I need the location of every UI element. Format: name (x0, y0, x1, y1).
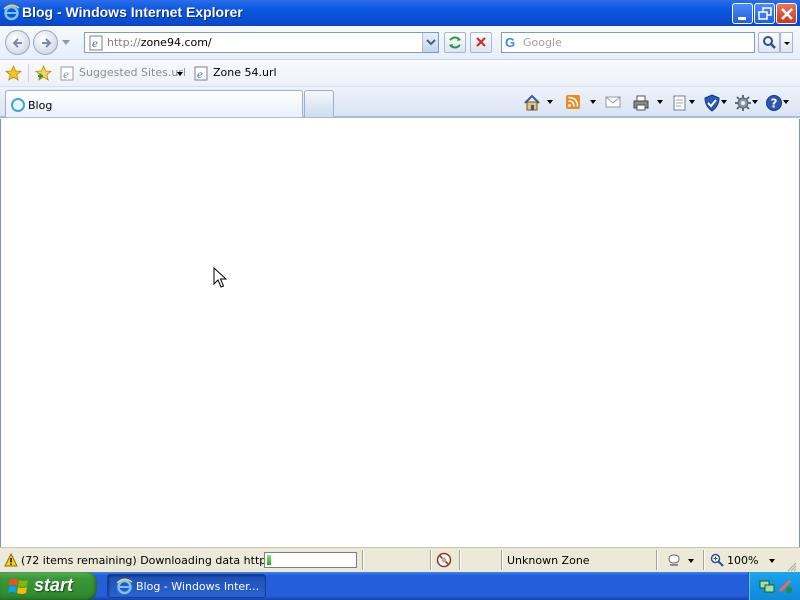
taskbar: start Blog - Windows Inter... (0, 572, 800, 600)
minimize-button[interactable] (732, 3, 753, 24)
status-message: (72 items remaining) Downloading data ht… (21, 554, 297, 567)
search-button[interactable] (758, 32, 780, 53)
page-icon: e (88, 35, 104, 54)
ie-taskbar-icon (116, 578, 133, 598)
back-button[interactable] (5, 30, 30, 55)
progress-fill (267, 555, 271, 565)
new-tab-button[interactable] (304, 90, 334, 117)
start-button[interactable]: start (0, 572, 97, 600)
safely-remove-tray-icon[interactable] (777, 578, 793, 597)
restore-button[interactable] (754, 3, 775, 24)
status-divider (703, 550, 704, 570)
home-icon[interactable] (523, 94, 541, 112)
stop-button[interactable] (470, 32, 492, 53)
read-mail-icon[interactable] (604, 94, 622, 112)
status-divider (430, 550, 431, 570)
page-menu-icon[interactable] (671, 94, 689, 112)
safety-dropdown-icon[interactable] (721, 100, 727, 104)
rss-feed-icon[interactable] (565, 94, 581, 112)
privacy-report-icon[interactable] (436, 552, 452, 571)
svg-text:e: e (197, 70, 203, 81)
protected-mode-dropdown-icon[interactable] (688, 559, 694, 563)
loading-icon (10, 97, 26, 116)
search-placeholder: Google (523, 36, 562, 49)
suggested-sites-dropdown-icon[interactable] (177, 72, 183, 76)
favorites-star-icon[interactable] (4, 64, 23, 85)
page-content[interactable] (0, 119, 800, 547)
search-input[interactable]: G Google (501, 32, 755, 53)
zoom-dropdown-icon[interactable] (769, 559, 775, 563)
download-progress-bar (264, 552, 357, 568)
help-dropdown-icon[interactable] (783, 100, 789, 104)
status-divider (362, 550, 363, 570)
safety-icon[interactable] (703, 94, 721, 112)
zoom-level[interactable]: 100% (727, 554, 758, 567)
search-options-dropdown[interactable] (780, 32, 793, 53)
windows-flag-icon (8, 577, 30, 599)
address-dropdown-button[interactable] (422, 33, 438, 52)
system-tray (748, 572, 800, 600)
favorites-bar: e Suggested Sites.url e Zone 54.url (0, 60, 800, 87)
home-dropdown-icon[interactable] (547, 100, 553, 104)
network-tray-icon[interactable] (759, 578, 775, 597)
svg-text:?: ? (771, 97, 778, 111)
status-divider (656, 550, 657, 570)
status-divider (459, 550, 460, 570)
svg-text:e: e (92, 39, 98, 50)
zone54-page-icon: e (194, 66, 209, 84)
address-url[interactable]: http://zone94.com/ (107, 36, 212, 49)
close-button[interactable] (776, 3, 797, 24)
history-dropdown-icon[interactable] (62, 40, 70, 45)
window-title: Blog - Windows Internet Explorer (22, 4, 243, 20)
taskbar-item-ie[interactable]: Blog - Windows Inter... (107, 574, 266, 598)
print-icon[interactable] (632, 94, 650, 112)
address-field[interactable]: e http://zone94.com/ (84, 32, 439, 53)
ie-logo-icon (3, 4, 20, 21)
favbar-item-zone-54[interactable]: Zone 54.url (213, 66, 277, 79)
favbar-divider (28, 64, 29, 82)
taskbar-item-label: Blog - Windows Inter... (136, 580, 260, 593)
tools-gear-icon[interactable] (734, 94, 752, 112)
mouse-cursor-icon (213, 266, 228, 292)
refresh-button[interactable] (444, 32, 466, 53)
address-toolbar: e http://zone94.com/ G Google (0, 26, 800, 60)
suggested-sites-icon: e (60, 66, 75, 84)
favbar-item-suggested-sites[interactable]: Suggested Sites.url (79, 66, 186, 79)
svg-text:e: e (63, 70, 69, 81)
forward-button[interactable] (33, 30, 58, 55)
status-divider (501, 550, 502, 570)
print-dropdown-icon[interactable] (657, 100, 663, 104)
tools-dropdown-icon[interactable] (752, 100, 758, 104)
tab-bar: Blog ? (0, 87, 800, 118)
start-label: start (34, 575, 74, 595)
zoom-icon[interactable] (710, 553, 724, 570)
security-zone-label[interactable]: Unknown Zone (507, 554, 590, 567)
title-bar[interactable]: Blog - Windows Internet Explorer (0, 0, 800, 26)
status-bar: (72 items remaining) Downloading data ht… (0, 547, 800, 572)
tab-blog[interactable]: Blog (5, 90, 303, 117)
protected-mode-icon[interactable] (666, 553, 682, 571)
rss-dropdown-icon[interactable] (590, 100, 596, 104)
page-dropdown-icon[interactable] (689, 100, 695, 104)
warning-icon[interactable] (4, 552, 18, 570)
help-icon[interactable]: ? (765, 94, 783, 112)
tab-label: Blog (28, 99, 53, 112)
google-logo-icon: G (505, 35, 516, 50)
add-favorites-icon[interactable] (34, 64, 53, 85)
